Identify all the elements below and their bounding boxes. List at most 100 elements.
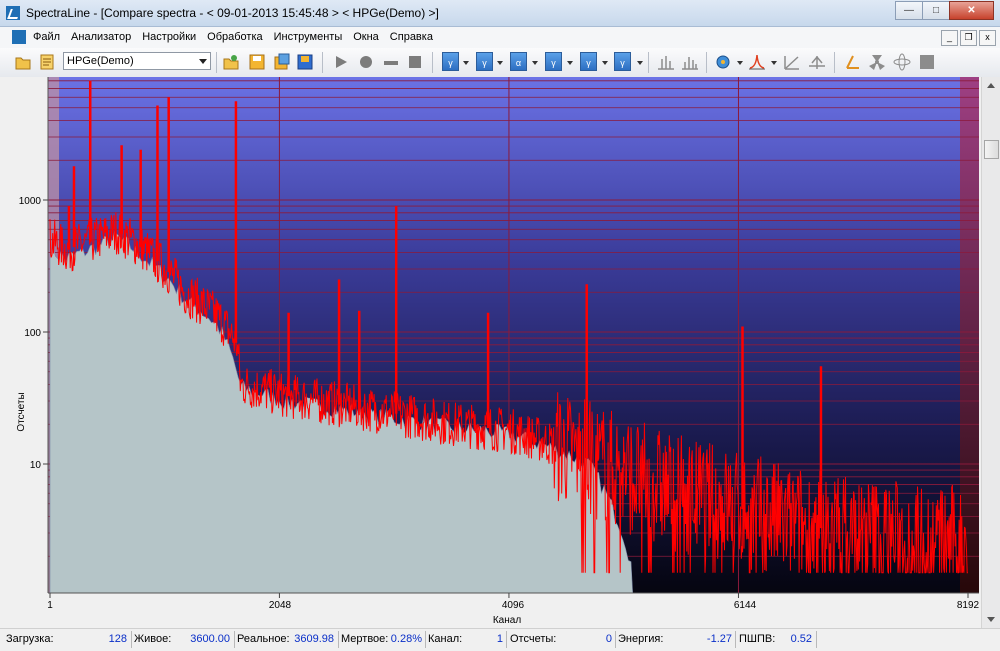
filter-alpha-button[interactable]: α	[510, 52, 527, 71]
play-icon[interactable]	[332, 53, 350, 71]
menu-windows[interactable]: Окна	[353, 31, 379, 43]
menu-file[interactable]: Файл	[33, 31, 60, 43]
document-icon[interactable]	[12, 30, 26, 44]
menu-bar: Файл Анализатор Настройки Обработка Инст…	[0, 27, 1000, 49]
filter-gamma-button-2[interactable]: γ	[476, 52, 493, 71]
efficiency-icon[interactable]	[808, 53, 826, 71]
spectrum-peak-icon[interactable]	[748, 53, 766, 71]
report-icon[interactable]	[918, 53, 936, 71]
save-all-icon[interactable]	[273, 53, 291, 71]
chevron-down-icon	[199, 59, 207, 64]
menu-analyzer[interactable]: Анализатор	[71, 31, 131, 43]
dead-time-value: 0.28%	[390, 633, 422, 645]
chevron-down-icon[interactable]	[463, 61, 469, 65]
chevron-down-icon[interactable]	[737, 61, 743, 65]
notes-icon[interactable]	[38, 53, 56, 71]
energy-value: -1.27	[706, 633, 732, 645]
x-tick-label: 1	[47, 600, 53, 611]
measure-icon[interactable]	[844, 53, 862, 71]
radiation-icon[interactable]	[868, 53, 886, 71]
toolbar-separator	[834, 52, 835, 73]
filter-gamma-button-5[interactable]: γ	[614, 52, 631, 71]
clear-icon[interactable]	[382, 53, 400, 71]
spectrum-chart[interactable]: Отсчеты Канал 1000 100 10 1 2048 4096 61…	[0, 77, 981, 628]
save-icon[interactable]	[248, 53, 266, 71]
filter-gamma-button-1[interactable]: γ	[442, 52, 459, 71]
real-time-label: Реальное:	[237, 633, 290, 645]
status-divider	[735, 631, 736, 648]
menu-processing[interactable]: Обработка	[207, 31, 262, 43]
mdi-close-button[interactable]: x	[979, 30, 996, 46]
x-tick-label: 2048	[269, 600, 292, 611]
toolbar-separator	[432, 52, 433, 73]
nuclide-library-icon[interactable]	[714, 53, 732, 71]
x-axis-title: Канал	[493, 615, 521, 626]
spectrum-chart-panel[interactable]: Отсчеты Канал 1000 100 10 1 2048 4096 61…	[0, 77, 981, 628]
scroll-down-icon[interactable]	[987, 617, 995, 622]
real-time-value: 3609.98	[294, 633, 334, 645]
mdi-restore-button[interactable]: ❐	[960, 30, 977, 46]
status-divider	[506, 631, 507, 648]
chevron-down-icon[interactable]	[567, 61, 573, 65]
maximize-button[interactable]: □	[922, 1, 950, 20]
energy-label: Энергия:	[618, 633, 664, 645]
status-divider	[131, 631, 132, 648]
live-time-value: 3600.00	[190, 633, 230, 645]
dead-time-label: Мертвое:	[341, 633, 389, 645]
filter-gamma-button-4[interactable]: γ	[580, 52, 597, 71]
menu-settings[interactable]: Настройки	[142, 31, 196, 43]
calibration-icon[interactable]	[783, 53, 801, 71]
channel-value: 1	[496, 633, 503, 645]
x-tick-label: 4096	[502, 600, 525, 611]
chevron-down-icon[interactable]	[497, 61, 503, 65]
toolbar-separator	[706, 52, 707, 73]
minimize-button[interactable]: —	[895, 1, 923, 20]
load-value: 128	[108, 633, 127, 645]
y-axis-title: Отсчеты	[16, 392, 27, 431]
status-divider	[425, 631, 426, 648]
counts-value: 0	[605, 633, 612, 645]
menu-tools[interactable]: Инструменты	[274, 31, 343, 43]
toolbar-separator	[216, 52, 217, 73]
load-label: Загрузка:	[6, 633, 54, 645]
y-tick-label: 1000	[19, 196, 42, 207]
open-folder-icon[interactable]	[14, 53, 32, 71]
toolbar: HPGe(Demo) γ γ α γ γ γ	[0, 48, 1000, 78]
y-tick-label: 10	[30, 460, 42, 471]
export-icon[interactable]	[296, 53, 314, 71]
vertical-scrollbar[interactable]	[981, 77, 1000, 628]
x-tick-label: 6144	[734, 600, 757, 611]
peaks-compare-icon[interactable]	[681, 53, 699, 71]
record-icon[interactable]	[357, 53, 375, 71]
chevron-down-icon[interactable]	[602, 61, 608, 65]
status-divider	[816, 631, 817, 648]
toolbar-separator	[322, 52, 323, 73]
filter-gamma-button-3[interactable]: γ	[545, 52, 562, 71]
peaks-icon[interactable]	[657, 53, 675, 71]
status-divider	[615, 631, 616, 648]
fwhm-value: 0.52	[790, 633, 812, 645]
mdi-minimize-button[interactable]: _	[941, 30, 958, 46]
scroll-up-icon[interactable]	[987, 83, 995, 88]
status-divider	[234, 631, 235, 648]
detector-select[interactable]: HPGe(Demo)	[63, 52, 211, 70]
x-tick-label: 8192	[957, 600, 980, 611]
chevron-down-icon[interactable]	[771, 61, 777, 65]
counts-label: Отсчеты:	[510, 633, 557, 645]
window-title: SpectraLine - [Compare spectra - < 09-01…	[26, 6, 439, 20]
open-spectrum-icon[interactable]	[222, 53, 240, 71]
chevron-down-icon[interactable]	[637, 61, 643, 65]
atom-icon[interactable]	[893, 53, 911, 71]
status-divider	[338, 631, 339, 648]
live-time-label: Живое:	[134, 633, 172, 645]
title-bar: SpectraLine - [Compare spectra - < 09-01…	[0, 0, 1000, 27]
toolbar-separator	[648, 52, 649, 73]
menu-help[interactable]: Справка	[390, 31, 433, 43]
app-logo-icon	[6, 6, 20, 20]
status-bar: Загрузка: 128 Живое: 3600.00 Реальное: 3…	[0, 628, 1000, 651]
close-button[interactable]: ✕	[949, 1, 994, 20]
chevron-down-icon[interactable]	[532, 61, 538, 65]
y-tick-label: 100	[24, 328, 41, 339]
scroll-thumb[interactable]	[984, 140, 999, 159]
stop-icon[interactable]	[406, 53, 424, 71]
